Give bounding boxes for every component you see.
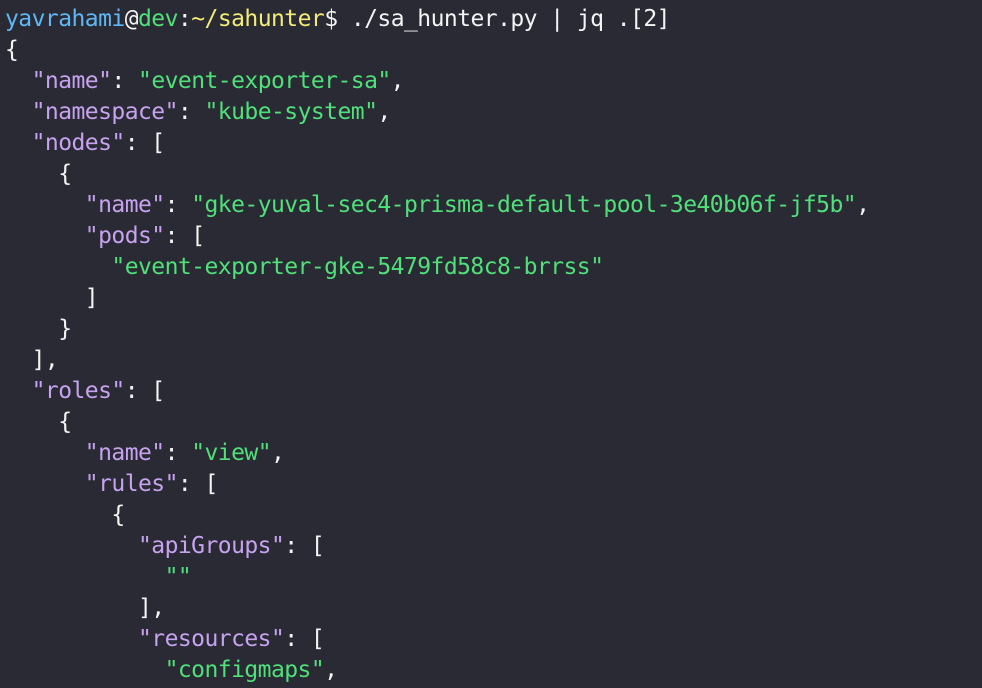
json-line: "rules": [ [84,471,219,497]
json-line: "name": "view", [84,440,285,466]
json-key: "nodes" [31,130,126,156]
json-line: "nodes": [ [31,130,166,156]
json-key: "name" [31,68,112,94]
json-string: "event-exporter-sa" [138,68,391,94]
json-line: "pods": [ [84,223,205,249]
json-string: "event-exporter-gke-5479fd58c8-brrss" [111,254,604,280]
json-string: "view" [191,440,271,466]
json-line: } [5,316,72,342]
json-string: "configmaps" [164,657,325,683]
prompt-path: ~/sahunter [191,6,325,32]
json-line: { [5,35,982,66]
json-line: "namespace": "kube-system", [31,99,392,125]
json-key: "name" [84,440,165,466]
json-key: "name" [84,192,165,218]
prompt-user: yavrahami [5,6,125,32]
json-line: ], [5,595,165,621]
open-brace: { [5,37,19,63]
command-text: ./sa_hunter.py | jq .[2] [337,6,671,32]
json-string: "gke-yuval-sec4-prisma-default-pool-3e40… [191,192,857,218]
prompt-at: @ [124,6,139,32]
prompt-host: dev [138,6,178,32]
json-string: "kube-system" [204,99,378,125]
json-line: "name": "gke-yuval-sec4-prisma-default-p… [84,192,870,218]
json-line: "event-exporter-gke-5479fd58c8-brrss" [5,252,982,283]
json-line: "configmaps", [164,657,338,683]
json-key: "apiGroups" [137,533,285,559]
json-line: ], [5,347,59,373]
json-key: "pods" [84,223,165,249]
prompt-dollar: $ [324,6,338,32]
json-line: "roles": [ [31,378,166,404]
json-key: "resources" [137,626,285,652]
terminal-window[interactable]: yavrahami@dev:~/sahunter$ ./sa_hunter.py… [0,0,982,688]
json-key: "roles" [31,378,126,404]
json-key: "namespace" [31,99,179,125]
json-string: "" [164,564,192,590]
prompt-separator: : [177,6,192,32]
json-line: "name": "event-exporter-sa", [31,68,405,94]
json-line: { [5,409,72,435]
json-line: "" [5,562,982,593]
json-line: "resources": [ [137,626,325,652]
json-key: "rules" [84,471,179,497]
json-line: { [5,502,125,528]
json-line: ] [5,285,99,311]
json-line: { [5,161,72,187]
prompt-line: yavrahami@dev:~/sahunter$ ./sa_hunter.py… [5,4,982,35]
json-line: "apiGroups": [ [137,533,325,559]
